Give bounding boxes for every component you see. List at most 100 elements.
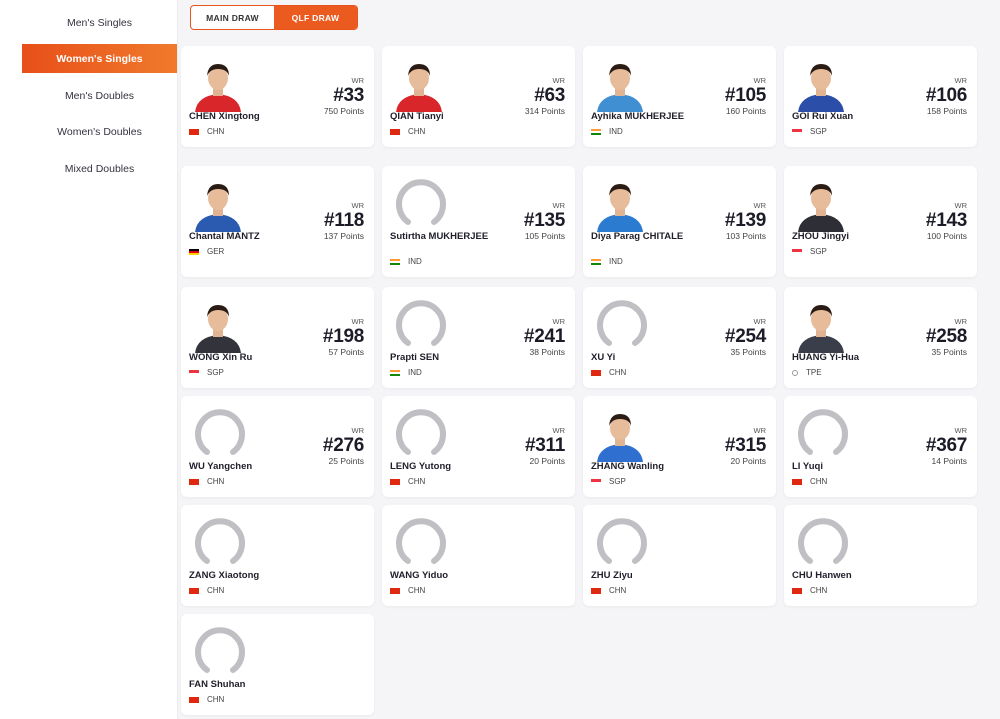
player-card[interactable]: Sutirtha MUKHERJEE IND WR #135 105 Point… bbox=[382, 166, 575, 277]
placeholder-avatar-icon bbox=[394, 406, 448, 460]
ranking-points: 750 Points bbox=[323, 106, 364, 116]
draw-tabs: MAIN DRAW QLF DRAW bbox=[190, 5, 358, 30]
ranking-points: 160 Points bbox=[725, 106, 766, 116]
player-card[interactable]: ZHU Ziyu CHN bbox=[583, 505, 776, 606]
world-rank: #241 bbox=[523, 326, 565, 347]
sidebar-item-mens-singles[interactable]: Men's Singles bbox=[22, 8, 177, 37]
china-flag-icon bbox=[390, 128, 400, 135]
player-card[interactable]: ZHOU Jingyi SGP WR #143 100 Points bbox=[784, 166, 977, 277]
placeholder-avatar-icon bbox=[394, 297, 448, 351]
country-code: SGP bbox=[810, 127, 827, 136]
placeholder-avatar-icon bbox=[595, 297, 649, 351]
player-card[interactable]: LENG Yutong CHN WR #311 20 Points bbox=[382, 396, 575, 497]
country-code: CHN bbox=[207, 127, 225, 136]
player-name: WU Yangchen bbox=[189, 461, 253, 472]
player-country: IND bbox=[591, 257, 623, 266]
ranking-points: 35 Points bbox=[931, 347, 967, 357]
player-card[interactable]: ZANG Xiaotong CHN bbox=[181, 505, 374, 606]
player-card[interactable]: WU Yangchen CHN WR #276 25 Points bbox=[181, 396, 374, 497]
wr-label: WR bbox=[351, 426, 365, 435]
ranking-points: 105 Points bbox=[524, 231, 565, 241]
world-rank: #276 bbox=[322, 435, 364, 456]
player-country: CHN bbox=[189, 586, 224, 595]
player-name: Diya Parag CHITALE bbox=[591, 231, 684, 242]
player-card[interactable]: CHU Hanwen CHN bbox=[784, 505, 977, 606]
player-card[interactable]: Prapti SEN IND WR #241 38 Points bbox=[382, 287, 575, 388]
country-code: CHN bbox=[408, 477, 426, 486]
player-card[interactable]: CHEN Xingtong CHN WR #33 750 Points bbox=[181, 46, 374, 147]
sidebar-item-womens-singles[interactable]: Women's Singles bbox=[22, 44, 177, 73]
player-card[interactable]: Diya Parag CHITALE IND WR #139 103 Point… bbox=[583, 166, 776, 277]
country-code: CHN bbox=[810, 586, 828, 595]
player-name: Sutirtha MUKHERJEE bbox=[390, 231, 489, 242]
placeholder-avatar-icon bbox=[193, 624, 247, 678]
player-country: CHN bbox=[390, 586, 425, 595]
india-flag-icon bbox=[390, 258, 400, 265]
player-card[interactable]: Ayhika MUKHERJEE IND WR #105 160 Points bbox=[583, 46, 776, 147]
player-name: GOI Rui Xuan bbox=[792, 111, 854, 122]
player-card[interactable]: ZHANG Wanling SGP WR #315 20 Points bbox=[583, 396, 776, 497]
player-card[interactable]: WANG Yiduo CHN bbox=[382, 505, 575, 606]
singapore-flag-icon bbox=[591, 478, 601, 485]
world-rank: #139 bbox=[724, 210, 766, 231]
singapore-flag-icon bbox=[792, 248, 802, 255]
player-name: XU Yi bbox=[591, 352, 616, 363]
ranking-points: 20 Points bbox=[529, 456, 565, 466]
india-flag-icon bbox=[591, 128, 601, 135]
placeholder-avatar-icon bbox=[193, 515, 247, 569]
player-country: CHN bbox=[591, 368, 626, 377]
wr-label: WR bbox=[552, 76, 566, 85]
ranking-points: 57 Points bbox=[328, 347, 364, 357]
player-name: QIAN Tianyi bbox=[390, 111, 444, 122]
country-code: CHN bbox=[609, 368, 627, 377]
chinese-taipei-flag-icon bbox=[792, 369, 798, 376]
wr-label: WR bbox=[753, 201, 767, 210]
player-avatar bbox=[792, 56, 850, 112]
player-card[interactable]: WONG Xin Ru SGP WR #198 57 Points bbox=[181, 287, 374, 388]
country-code: CHN bbox=[810, 477, 828, 486]
player-avatar bbox=[591, 176, 649, 232]
placeholder-avatar-icon bbox=[595, 515, 649, 569]
sidebar-item-mixed-doubles[interactable]: Mixed Doubles bbox=[22, 154, 177, 183]
wr-label: WR bbox=[954, 201, 968, 210]
player-card[interactable]: FAN Shuhan CHN bbox=[181, 614, 374, 715]
player-card[interactable]: QIAN Tianyi CHN WR #63 314 Points bbox=[382, 46, 575, 147]
world-rank: #63 bbox=[534, 85, 565, 106]
world-rank: #315 bbox=[724, 435, 766, 456]
country-code: CHN bbox=[609, 586, 627, 595]
player-country: CHN bbox=[792, 477, 827, 486]
player-name: CHEN Xingtong bbox=[189, 111, 260, 122]
world-rank: #258 bbox=[925, 326, 967, 347]
china-flag-icon bbox=[189, 587, 199, 594]
sidebar-item-womens-doubles[interactable]: Women's Doubles bbox=[22, 117, 177, 146]
player-card[interactable]: XU Yi CHN WR #254 35 Points bbox=[583, 287, 776, 388]
ranking-points: 35 Points bbox=[730, 347, 766, 357]
player-name: ZHANG Wanling bbox=[591, 461, 664, 472]
placeholder-avatar-icon bbox=[394, 515, 448, 569]
player-country: SGP bbox=[591, 477, 626, 486]
ranking-points: 314 Points bbox=[524, 106, 565, 116]
placeholder-avatar-icon bbox=[193, 406, 247, 460]
player-card[interactable]: GOI Rui Xuan SGP WR #106 158 Points bbox=[784, 46, 977, 147]
country-code: IND bbox=[609, 127, 623, 136]
sidebar-item-mens-doubles[interactable]: Men's Doubles bbox=[22, 81, 177, 110]
player-country: SGP bbox=[189, 368, 224, 377]
player-name: HUANG Yi-Hua bbox=[792, 352, 860, 363]
india-flag-icon bbox=[591, 258, 601, 265]
player-card[interactable]: HUANG Yi-Hua TPE WR #258 35 Points bbox=[784, 287, 977, 388]
player-avatar bbox=[792, 297, 850, 353]
tab-main-draw[interactable]: MAIN DRAW bbox=[191, 6, 274, 29]
country-code: IND bbox=[408, 257, 422, 266]
ranking-points: 25 Points bbox=[328, 456, 364, 466]
world-rank: #105 bbox=[724, 85, 766, 106]
world-rank: #143 bbox=[925, 210, 967, 231]
wr-label: WR bbox=[351, 76, 365, 85]
country-code: TPE bbox=[806, 368, 822, 377]
player-avatar bbox=[792, 176, 850, 232]
player-card[interactable]: Chantal MANTZ GER WR #118 137 Points bbox=[181, 166, 374, 277]
country-code: SGP bbox=[609, 477, 626, 486]
country-code: SGP bbox=[810, 247, 827, 256]
tab-qlf-draw[interactable]: QLF DRAW bbox=[274, 6, 357, 29]
player-name: LENG Yutong bbox=[390, 461, 452, 472]
player-card[interactable]: LI Yuqi CHN WR #367 14 Points bbox=[784, 396, 977, 497]
